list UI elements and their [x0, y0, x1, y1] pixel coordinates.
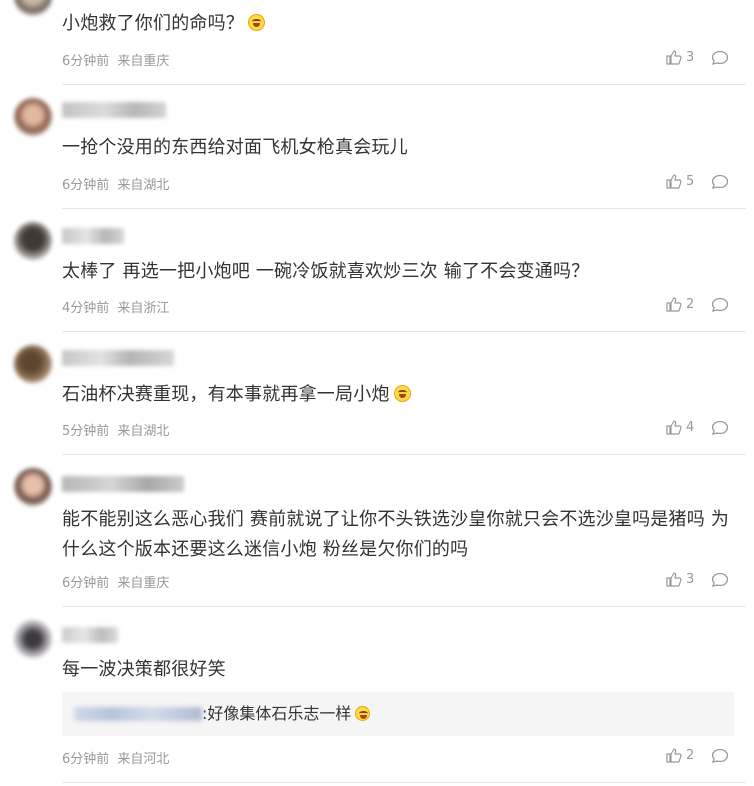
comment-text: 一抢个没用的东西给对面飞机女枪真会玩儿 — [62, 137, 408, 158]
comment-time: 4分钟前 — [62, 301, 110, 316]
comment-location: 来自河北 — [117, 752, 170, 767]
comment-meta: 6分钟前 来自湖北 — [62, 174, 173, 193]
comment-location: 来自重庆 — [117, 576, 170, 591]
like-button[interactable]: 3 — [666, 572, 694, 587]
thumbs-up-icon — [666, 420, 682, 435]
comment-text: 每一波决策都很好笑 — [62, 659, 226, 680]
username[interactable] — [62, 102, 166, 118]
thumbs-up-icon — [666, 748, 682, 763]
comment-text: 小炮救了你们的命吗？ — [62, 9, 732, 39]
reply-bubble-icon[interactable] — [711, 420, 729, 436]
avatar[interactable] — [14, 0, 52, 16]
reply-bubble-icon[interactable] — [711, 297, 729, 313]
thumbs-up-icon — [666, 297, 682, 312]
comment-location: 来自湖北 — [117, 424, 170, 439]
comment-text: 能不能别这么恶心我们 赛前就说了让你不头铁选沙皇你就只会不选沙皇吗是猪吗 为什么… — [62, 509, 730, 560]
avatar[interactable] — [14, 620, 52, 658]
like-button[interactable]: 2 — [666, 297, 694, 312]
avatar[interactable] — [14, 468, 52, 506]
reply-bubble-icon[interactable] — [711, 50, 729, 66]
like-count: 2 — [686, 748, 695, 763]
divider — [62, 606, 746, 607]
comment-meta: 4分钟前 来自浙江 — [62, 297, 173, 316]
sub-reply-text: :好像集体石乐志一样 — [202, 704, 352, 723]
comment-text: 太棒了 再选一把小炮吧 一碗冷饭就喜欢炒三次 输了不会变通吗？ — [62, 261, 590, 282]
divider — [62, 454, 746, 455]
like-button[interactable]: 3 — [666, 50, 694, 65]
like-count: 3 — [686, 572, 695, 587]
divider — [62, 208, 746, 209]
sub-reply[interactable]: :好像集体石乐志一样 — [62, 692, 734, 736]
divider — [62, 84, 746, 85]
thumbs-up-icon — [666, 174, 682, 189]
comment-meta: 6分钟前 来自重庆 — [62, 50, 173, 69]
username[interactable] — [62, 476, 184, 492]
like-button[interactable]: 2 — [666, 748, 694, 763]
reply-bubble-icon[interactable] — [711, 174, 729, 190]
like-button[interactable]: 5 — [666, 174, 694, 189]
comment-location: 来自湖北 — [117, 178, 170, 193]
avatar[interactable] — [14, 222, 52, 260]
username[interactable] — [62, 627, 118, 643]
comment-time: 5分钟前 — [62, 424, 110, 439]
comment-location: 来自浙江 — [117, 301, 170, 316]
like-button[interactable]: 4 — [666, 420, 694, 435]
comment-location: 来自重庆 — [117, 54, 170, 69]
divider — [62, 331, 746, 332]
comment-time: 6分钟前 — [62, 54, 110, 69]
reply-bubble-icon[interactable] — [711, 748, 729, 764]
comment-meta: 5分钟前 来自湖北 — [62, 420, 173, 439]
laugh-emoji-icon — [393, 385, 411, 402]
username[interactable] — [62, 350, 174, 366]
comment-time: 6分钟前 — [62, 752, 110, 767]
avatar[interactable] — [14, 345, 52, 383]
avatar[interactable] — [14, 98, 52, 136]
like-count: 4 — [686, 420, 695, 435]
like-count: 3 — [686, 50, 695, 65]
comment-text: 石油杯决赛重现，有本事就再拿一局小炮 — [62, 380, 732, 410]
like-count: 2 — [686, 297, 695, 312]
sub-reply-username[interactable] — [74, 707, 202, 721]
username[interactable] — [62, 228, 124, 244]
reply-bubble-icon[interactable] — [711, 572, 729, 588]
comment-meta: 6分钟前 来自河北 — [62, 748, 173, 767]
laugh-cry-emoji-icon — [355, 706, 371, 721]
laugh-cry-emoji-icon — [248, 14, 265, 31]
comment-time: 6分钟前 — [62, 576, 110, 591]
comment-meta: 6分钟前 来自重庆 — [62, 572, 173, 591]
like-count: 5 — [686, 174, 695, 189]
thumbs-up-icon — [666, 572, 682, 587]
comment-time: 6分钟前 — [62, 178, 110, 193]
divider — [62, 782, 746, 783]
thumbs-up-icon — [666, 50, 682, 65]
